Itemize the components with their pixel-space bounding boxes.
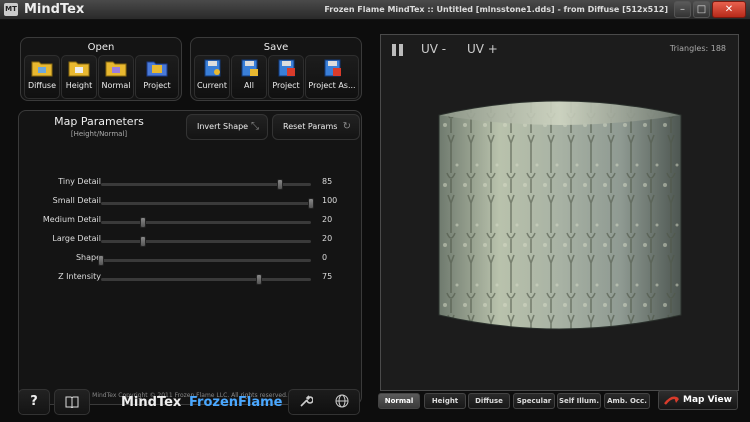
param-slider[interactable] <box>101 274 311 285</box>
reset-params-label: Reset Params <box>283 122 338 131</box>
globe-button[interactable] <box>328 392 356 412</box>
close-button[interactable]: ✕ <box>712 1 746 18</box>
map-tab-amb-occ[interactable]: Amb. Occ. <box>604 393 650 409</box>
map-parameters-subtitle: [Height/Normal] <box>70 130 128 138</box>
floppy-icon <box>241 59 258 77</box>
floppy-icon <box>278 59 295 77</box>
map-view-button[interactable]: Map View <box>658 390 738 410</box>
slider-thumb[interactable] <box>308 198 314 209</box>
folder-icon <box>31 61 53 77</box>
param-value: 20 <box>322 234 333 243</box>
map-tab-diffuse[interactable]: Diffuse <box>468 393 510 409</box>
open-normal-label: Normal <box>101 81 131 90</box>
mindtex-logo: MindTex <box>121 395 182 410</box>
maximize-button[interactable]: □ <box>693 1 710 18</box>
app-title: MindTex <box>24 2 85 17</box>
open-normal-button[interactable]: Normal <box>98 55 134 99</box>
map-parameters-panel: Map Parameters [Height/Normal] Invert Sh… <box>18 110 362 405</box>
param-row: Shape 0 <box>19 253 359 267</box>
slider-thumb[interactable] <box>98 255 104 266</box>
param-row: Tiny Detail 85 <box>19 177 359 191</box>
main-area: Open Diffuse Height Normal Project Save … <box>0 20 750 422</box>
param-label: Z Intensity <box>58 272 101 281</box>
slider-thumb[interactable] <box>276 179 283 190</box>
save-group-title: Save <box>263 42 289 53</box>
frozenflame-logo: FrozenFlame <box>189 395 283 410</box>
map-tab-self-illum[interactable]: Self Illum. <box>557 393 601 409</box>
param-value: 85 <box>322 177 333 186</box>
invert-shape-label: Invert Shape <box>197 122 249 131</box>
save-group: Save Current All Project Project As... <box>190 37 362 101</box>
save-current-label: Current <box>196 81 228 90</box>
param-label: Large Detail <box>52 234 101 243</box>
param-slider[interactable] <box>101 236 311 247</box>
param-slider[interactable] <box>101 198 314 209</box>
help-button[interactable]: ? <box>18 389 50 415</box>
app-icon: MT <box>4 3 18 16</box>
title-bar: MT MindTex Frozen Flame MindTex :: Untit… <box>0 0 750 20</box>
save-project-as-label: Project As... <box>308 81 356 90</box>
floppy-icon <box>324 59 341 77</box>
save-project-label: Project <box>272 81 300 90</box>
book-icon <box>65 396 79 409</box>
textured-cylinder <box>438 100 682 330</box>
map-parameters-title: Map Parameters <box>54 115 144 128</box>
slider-thumb[interactable] <box>255 274 262 285</box>
slider-thumb[interactable] <box>140 236 146 247</box>
save-project-as-button[interactable]: Project As... <box>305 55 359 99</box>
invert-icon: ⤡ <box>251 121 259 132</box>
param-slider[interactable] <box>101 179 311 190</box>
refresh-icon: ↻ <box>342 121 351 132</box>
save-all-button[interactable]: All <box>231 55 267 99</box>
open-height-label: Height <box>65 81 93 90</box>
reset-params-button[interactable]: Reset Params ↻ <box>272 114 360 140</box>
arrow-icon <box>664 396 679 405</box>
globe-icon <box>335 394 349 408</box>
open-diffuse-label: Diffuse <box>27 81 57 90</box>
wrench-button[interactable] <box>292 392 320 412</box>
open-group: Open Diffuse Height Normal Project <box>20 37 182 101</box>
document-title: Frozen Flame MindTex :: Untitled [mlnsst… <box>324 5 668 14</box>
param-value: 0 <box>322 253 328 262</box>
param-row: Small Detail 100 <box>19 196 359 210</box>
save-project-button[interactable]: Project <box>268 55 304 99</box>
param-slider[interactable] <box>98 255 311 266</box>
param-row: Medium Detail 20 <box>19 215 359 229</box>
map-tab-specular[interactable]: Specular <box>513 393 555 409</box>
param-row: Z Intensity 75 <box>19 272 359 286</box>
bottom-bar: ? MindTex FrozenFlame <box>18 389 362 417</box>
folder-icon <box>68 61 90 77</box>
minimize-button[interactable]: – <box>674 1 691 18</box>
map-view-label: Map View <box>683 395 732 405</box>
map-tab-normal[interactable]: Normal <box>378 393 420 409</box>
3d-viewport[interactable]: UV - UV + Triangles: 188 <box>380 34 739 391</box>
open-group-title: Open <box>87 42 115 53</box>
open-height-button[interactable]: Height <box>61 55 97 99</box>
wrench-icon <box>300 395 314 407</box>
map-tab-height[interactable]: Height <box>424 393 466 409</box>
param-label: Medium Detail <box>42 215 101 224</box>
param-label: Small Detail <box>52 196 101 205</box>
save-all-label: All <box>244 81 254 90</box>
save-current-button[interactable]: Current <box>194 55 230 99</box>
slider-thumb[interactable] <box>140 217 146 228</box>
param-row: Large Detail 20 <box>19 234 359 248</box>
param-slider[interactable] <box>101 217 311 228</box>
floppy-icon <box>204 59 221 77</box>
param-value: 75 <box>322 272 333 281</box>
invert-shape-button[interactable]: Invert Shape ⤡ <box>186 114 268 140</box>
folder-icon <box>105 61 127 77</box>
book-button[interactable] <box>54 389 90 415</box>
param-value: 20 <box>322 215 333 224</box>
param-value: 100 <box>322 196 338 205</box>
open-diffuse-button[interactable]: Diffuse <box>24 55 60 99</box>
folder-icon <box>146 61 168 77</box>
param-label: Tiny Detail <box>58 177 101 186</box>
open-project-button[interactable]: Project <box>135 55 179 99</box>
open-project-label: Project <box>143 81 171 90</box>
